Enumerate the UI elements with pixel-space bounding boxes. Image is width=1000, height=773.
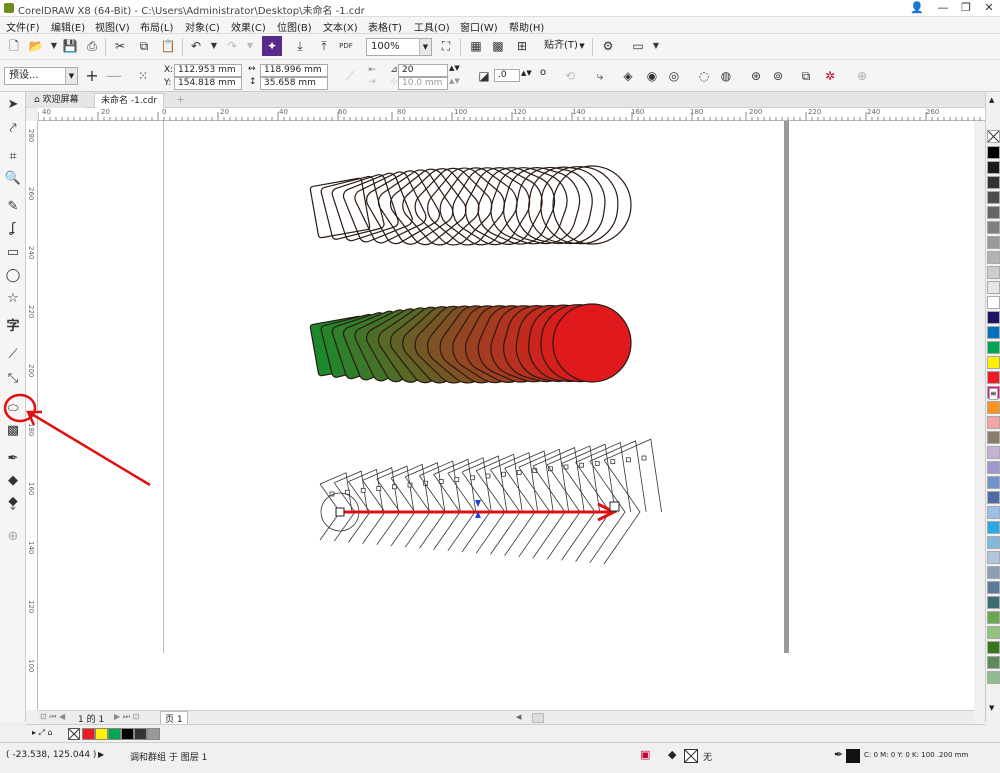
- color-swatch[interactable]: [987, 221, 1000, 234]
- color-swatch[interactable]: [987, 356, 1000, 369]
- blend-step-shape: [404, 462, 446, 548]
- node-handle[interactable]: [345, 489, 350, 495]
- node-handle[interactable]: [626, 457, 631, 463]
- outline-pen-icon[interactable]: ✒: [834, 748, 843, 761]
- fill-none-swatch[interactable]: [684, 749, 698, 763]
- color-swatch[interactable]: [987, 296, 1000, 309]
- first-page-icon[interactable]: ⊡ ⏮ ◀: [40, 712, 65, 722]
- palette-expand-icon[interactable]: ≡: [989, 388, 998, 400]
- blend-start-handle[interactable]: [335, 507, 345, 517]
- doc-color-swatch[interactable]: [108, 728, 121, 740]
- blend-acceleration-handle-top[interactable]: [475, 500, 481, 507]
- fill-none-label: 无: [703, 753, 713, 763]
- outline-info: C: 0 M: 0 Y: 0 K: 100 .200 mm: [864, 751, 969, 759]
- color-swatch[interactable]: [987, 326, 1000, 339]
- no-fill-swatch[interactable]: [68, 728, 80, 740]
- color-swatch[interactable]: [987, 536, 1000, 549]
- blend-step-shape: [390, 463, 430, 547]
- color-swatch[interactable]: [987, 491, 1000, 504]
- blend-group-outline[interactable]: [309, 159, 632, 252]
- color-swatch[interactable]: [987, 581, 1000, 594]
- color-swatch[interactable]: [987, 626, 1000, 639]
- node-handle[interactable]: [485, 473, 491, 479]
- blend-group-colored[interactable]: [309, 297, 632, 390]
- node-handle[interactable]: [610, 459, 616, 464]
- blend-step-shape: [376, 465, 415, 546]
- color-swatch[interactable]: [987, 416, 1000, 429]
- color-swatch[interactable]: [987, 611, 1000, 624]
- color-swatch[interactable]: [987, 311, 1000, 324]
- node-handle[interactable]: [454, 477, 460, 482]
- color-swatch[interactable]: [987, 431, 1000, 444]
- status-bar: ( -23.538, 125.044 ) ▶ 调和群组 于 图层 1 ▣ ◆ 无…: [0, 742, 1000, 773]
- blend-step-shape: [320, 175, 385, 240]
- no-color-swatch[interactable]: [987, 130, 1000, 143]
- color-swatch[interactable]: [987, 371, 1000, 384]
- blend-step-shape: [546, 445, 601, 560]
- color-swatch[interactable]: [987, 266, 1000, 279]
- color-swatch[interactable]: [987, 551, 1000, 564]
- color-swatch[interactable]: [987, 146, 1000, 159]
- page-navigator: ⊡ ⏮ ◀ 1 的 1 ▶ ⏭ ⊡ 页 1: [38, 710, 188, 726]
- color-swatch[interactable]: [987, 401, 1000, 414]
- color-swatch[interactable]: [987, 506, 1000, 519]
- color-swatch[interactable]: [987, 461, 1000, 474]
- color-swatch[interactable]: [987, 596, 1000, 609]
- color-swatch[interactable]: [987, 641, 1000, 654]
- scroll-left-icon[interactable]: ◀: [516, 713, 524, 723]
- color-swatch[interactable]: [987, 206, 1000, 219]
- color-swatch[interactable]: [987, 476, 1000, 489]
- palette-scroll-down-icon[interactable]: ▼: [989, 704, 994, 712]
- color-swatch[interactable]: [987, 671, 1000, 684]
- doc-color-swatch[interactable]: [121, 728, 134, 740]
- document-palette: ▸ ⤢ ⌂: [26, 724, 986, 742]
- status-expand-icon[interactable]: ▶: [98, 750, 104, 759]
- palette-scroll-up-icon[interactable]: ▲: [989, 96, 994, 104]
- color-swatch[interactable]: [987, 176, 1000, 189]
- next-page-icon[interactable]: ▶ ⏭ ⊡: [114, 712, 139, 722]
- doc-color-swatch[interactable]: [134, 728, 147, 740]
- color-swatch[interactable]: [987, 566, 1000, 579]
- color-swatch[interactable]: [987, 656, 1000, 669]
- node-handle[interactable]: [594, 461, 600, 466]
- color-swatch[interactable]: [987, 191, 1000, 204]
- blend-step-shape: [362, 467, 399, 544]
- node-handle[interactable]: [641, 455, 647, 461]
- blend-end-handle[interactable]: [609, 501, 620, 512]
- outline-color-swatch[interactable]: [846, 749, 860, 763]
- color-palette: ▲ ≡ ▼: [985, 92, 1000, 722]
- doc-color-swatch[interactable]: [147, 728, 160, 740]
- doc-color-swatch[interactable]: [82, 728, 95, 740]
- color-swatch[interactable]: [987, 341, 1000, 354]
- selection-info: 调和群组 于 图层 1: [130, 753, 208, 763]
- node-handle[interactable]: [516, 470, 522, 475]
- blend-step-shape: [475, 453, 523, 554]
- color-swatch[interactable]: [987, 521, 1000, 534]
- doc-palette-menu-icon[interactable]: ▸ ⤢ ⌂: [32, 728, 53, 738]
- color-proof-icon[interactable]: ▣: [640, 748, 650, 761]
- fill-bucket-icon[interactable]: ◆: [668, 748, 676, 761]
- color-swatch[interactable]: [987, 446, 1000, 459]
- node-handle[interactable]: [376, 486, 382, 491]
- node-handle[interactable]: [501, 471, 506, 477]
- color-swatch[interactable]: [987, 281, 1000, 294]
- blend-step-shape: [518, 448, 570, 558]
- blend-step-shape: [552, 303, 632, 383]
- annotation-arrow: [29, 411, 151, 487]
- color-swatch[interactable]: [987, 251, 1000, 264]
- node-handle[interactable]: [470, 475, 475, 481]
- doc-color-swatch[interactable]: [95, 728, 108, 740]
- node-handle[interactable]: [579, 462, 584, 468]
- color-swatch[interactable]: [987, 236, 1000, 249]
- cursor-position: ( -23.538, 125.044 ): [6, 750, 97, 760]
- node-handle[interactable]: [360, 488, 366, 493]
- blend-step-shape: [461, 455, 508, 553]
- color-swatch[interactable]: [987, 161, 1000, 174]
- scroll-thumb[interactable]: [532, 713, 544, 723]
- canvas-artwork: [3, 159, 662, 565]
- blend-step-shape: [419, 460, 461, 549]
- annotation-circle: [3, 393, 37, 423]
